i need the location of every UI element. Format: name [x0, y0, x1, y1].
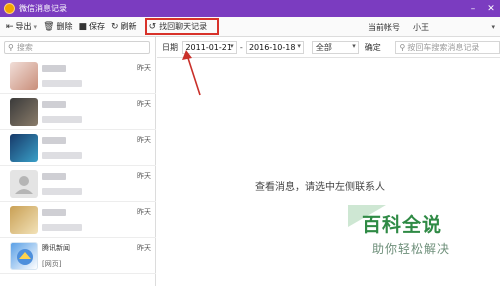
blurred-message [42, 152, 82, 159]
message-type-select[interactable]: 全部 ▾ [311, 40, 359, 54]
delete-label: 删除 [56, 22, 73, 31]
recover-label: 找回聊天记录 [159, 22, 208, 31]
start-date-picker[interactable]: 2011-01-21 ▾ [182, 40, 237, 54]
blurred-message [42, 188, 82, 195]
contact-row[interactable]: 昨天 [0, 166, 156, 202]
tencent-news-icon [10, 242, 38, 270]
blurred-name [42, 65, 66, 72]
refresh-button[interactable]: ↻ 刷新 [111, 19, 137, 35]
blurred-message [42, 224, 82, 231]
chevron-down-icon: ▾ [297, 41, 301, 50]
account-area: 当前帐号 小王 ▾ [368, 17, 500, 37]
keyword-search-input[interactable]: ⚲ 按回车搜索消息记录 [395, 40, 500, 54]
recover-chat-button[interactable]: ↺ 找回聊天记录 [144, 18, 220, 35]
watermark-title: 百科全说 [362, 214, 443, 236]
contact-time: 昨天 [137, 244, 151, 252]
toolbar: ⇤ 导出 ▾ 🗑 删除 ■ 保存 ↻ 刷新 ↺ 找回聊天记录 当前帐号 小王 ▾ [0, 17, 500, 37]
contact-time: 昨天 [137, 172, 151, 180]
avatar [10, 62, 38, 90]
blurred-message [42, 80, 82, 87]
contact-time: 昨天 [137, 208, 151, 216]
blurred-name [42, 209, 66, 216]
avatar [10, 134, 38, 162]
contact-sidebar: ⚲ 搜索 昨天 昨天 昨天 昨天 昨天 腾讯新闻 [网页] 昨天 [0, 37, 156, 286]
date-separator: - [239, 42, 243, 52]
save-button[interactable]: ■ 保存 [79, 19, 106, 35]
export-icon: ⇤ [6, 21, 14, 32]
account-select[interactable]: 小王 ▾ [404, 21, 500, 34]
contact-time: 昨天 [137, 136, 151, 144]
refresh-icon: ↻ [111, 21, 119, 32]
message-type-value: 全部 [315, 42, 332, 52]
contact-time: 昨天 [137, 64, 151, 72]
chevron-down-icon: ▾ [491, 22, 495, 31]
contact-row[interactable]: 昨天 [0, 94, 156, 130]
account-label: 当前帐号 [368, 22, 400, 32]
save-icon: ■ [78, 21, 88, 32]
date-label: 日期 [162, 42, 178, 52]
account-value: 小王 [413, 22, 429, 32]
end-date-value: 2016-10-18 [248, 42, 296, 52]
end-date-picker[interactable]: 2016-10-18 ▾ [245, 40, 304, 54]
contact-row[interactable]: 昨天 [0, 130, 156, 166]
contact-row[interactable]: 昨天 [0, 202, 156, 238]
chevron-down-icon[interactable]: ▾ [34, 23, 38, 31]
blurred-name [42, 101, 66, 108]
contact-time: 昨天 [137, 100, 151, 108]
filter-bar: 日期 2011-01-21 ▾ - 2016-10-18 ▾ 全部 ▾ 确定 ⚲… [157, 37, 500, 58]
export-label: 导出 [15, 22, 32, 31]
blurred-name [42, 173, 66, 180]
contact-message: [网页] [42, 260, 62, 268]
contact-row[interactable]: 昨天 [0, 58, 156, 94]
refresh-label: 刷新 [120, 22, 137, 31]
app-logo-icon [4, 3, 15, 14]
avatar [10, 206, 38, 234]
search-input[interactable]: ⚲ 搜索 [4, 41, 150, 54]
recover-icon: ↺ [148, 21, 157, 32]
blurred-message [42, 116, 82, 123]
contact-row[interactable]: 腾讯新闻 [网页] 昨天 [0, 238, 156, 274]
chevron-down-icon: ▾ [352, 41, 356, 50]
search-icon: ⚲ [399, 42, 406, 52]
title-bar: 微信消息记录 – ✕ [0, 0, 500, 17]
start-date-value: 2011-01-21 [185, 42, 232, 52]
delete-button[interactable]: 🗑 删除 [43, 19, 72, 35]
avatar [10, 98, 38, 126]
save-label: 保存 [89, 22, 106, 31]
watermark: 百科全说 助你轻松解决 [346, 203, 496, 263]
watermark-subtitle: 助你轻松解决 [372, 242, 451, 256]
window-title: 微信消息记录 [19, 4, 67, 13]
confirm-button[interactable]: 确定 [365, 42, 382, 53]
search-placeholder: 搜索 [16, 43, 33, 52]
keyword-placeholder: 按回车搜索消息记录 [407, 42, 480, 52]
contact-name: 腾讯新闻 [42, 244, 70, 252]
default-avatar-icon [10, 170, 38, 198]
trash-icon: 🗑 [43, 21, 55, 32]
export-button[interactable]: ⇤ 导出 ▾ [6, 19, 37, 35]
close-icon[interactable]: ✕ [482, 0, 500, 17]
empty-hint: 查看消息，请选中左侧联系人 [255, 182, 385, 193]
minimize-icon[interactable]: – [464, 0, 482, 17]
blurred-name [42, 137, 66, 144]
search-icon: ⚲ [8, 43, 14, 52]
chevron-down-icon: ▾ [230, 41, 234, 50]
contact-list: 昨天 昨天 昨天 昨天 昨天 腾讯新闻 [网页] 昨天 [0, 58, 156, 274]
